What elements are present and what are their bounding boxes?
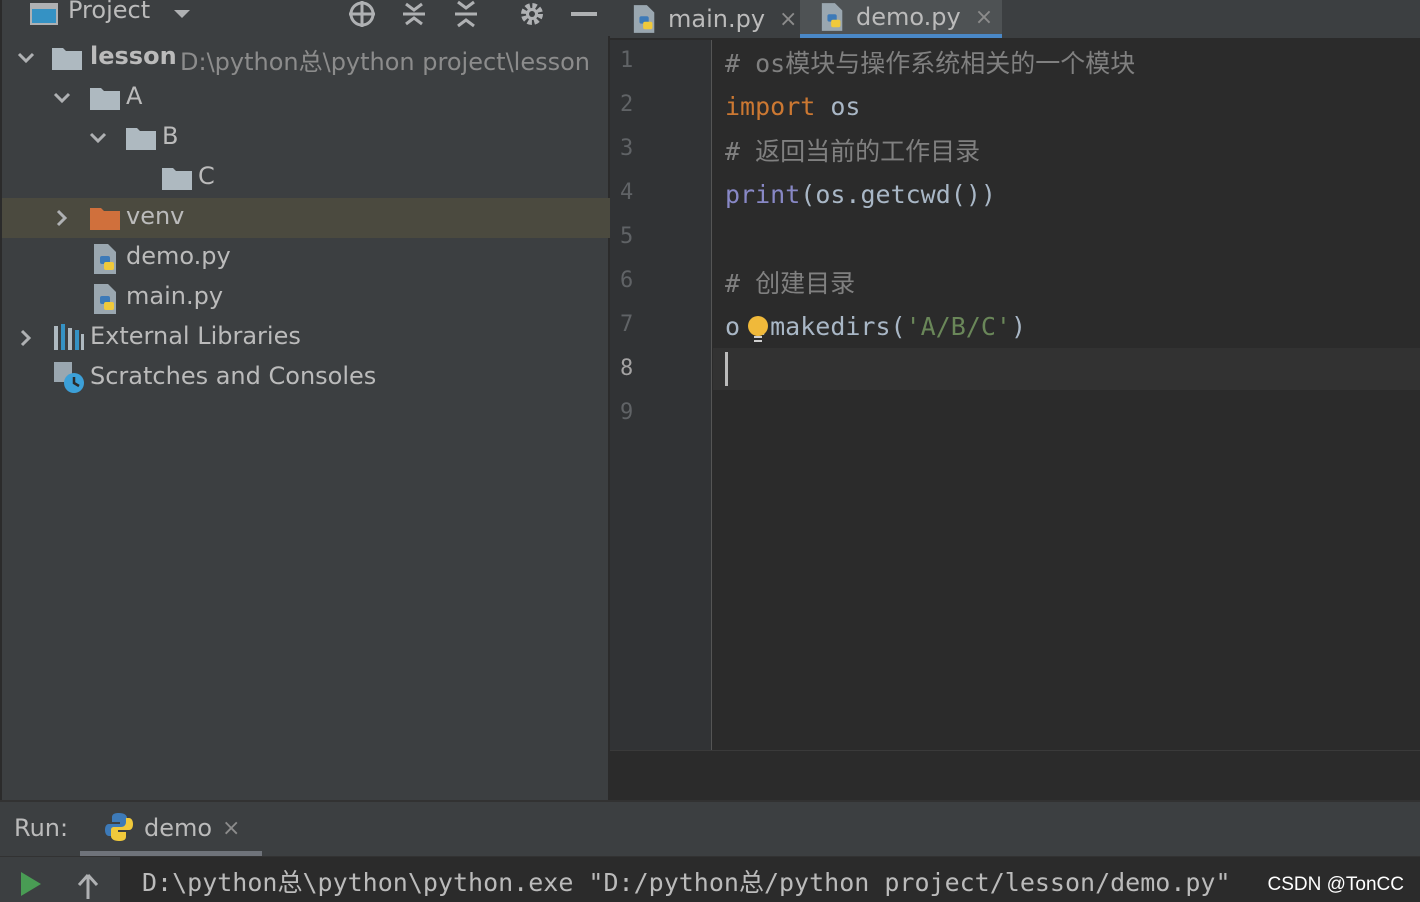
tree-item-label: Scratches and Consoles <box>90 362 377 390</box>
code-area[interactable]: # os模块与操作系统相关的一个模块 import os # 返回当前的工作目录… <box>713 40 1420 750</box>
run-tab-label: demo <box>144 814 213 842</box>
code-line-3[interactable]: # 返回当前的工作目录 <box>725 128 980 172</box>
python-file-icon <box>92 284 120 320</box>
tree-item-lesson[interactable]: lesson D:\python总\python project\lesson <box>2 38 610 78</box>
run-tool-window: Run: demo × D:\python总\python\python.exe… <box>0 800 1420 902</box>
python-icon <box>104 812 134 846</box>
tree-item-venv[interactable]: venv <box>2 198 610 238</box>
folder-icon <box>126 126 156 156</box>
tab-main-py[interactable]: main.py × <box>610 0 800 38</box>
run-label: Run: <box>14 814 69 842</box>
editor: main.py × demo.py × 1 2 3 4 5 6 7 8 9 # … <box>610 0 1420 800</box>
tree-item-folder-c[interactable]: C <box>2 158 610 198</box>
chevron-right-icon[interactable] <box>52 208 72 228</box>
code-keyword: import <box>725 91 816 121</box>
line-number: 7 <box>620 312 634 337</box>
code-text: ) <box>1010 311 1026 341</box>
run-tab-demo[interactable]: demo × <box>80 802 262 856</box>
run-icon[interactable] <box>20 871 42 901</box>
editor-tab-bar: main.py × demo.py × <box>610 0 1420 38</box>
line-number-current: 8 <box>620 356 634 381</box>
close-icon[interactable]: × <box>222 816 240 841</box>
code-comment: # os模块与操作系统相关的一个模块 <box>725 49 1136 78</box>
code-text: (os.getcwd()) <box>800 179 996 209</box>
close-icon[interactable]: × <box>779 7 797 32</box>
chevron-right-icon[interactable] <box>16 328 36 348</box>
tree-item-scratches[interactable]: Scratches and Consoles <box>2 358 610 398</box>
tab-label: demo.py <box>856 3 961 31</box>
tree-item-demo-py[interactable]: demo.py <box>2 238 610 278</box>
lightbulb-icon[interactable] <box>747 315 769 349</box>
folder-icon <box>162 166 192 196</box>
code-text: os <box>815 91 861 121</box>
chevron-down-icon[interactable] <box>170 0 194 28</box>
gear-icon[interactable] <box>516 0 548 28</box>
watermark: CSDN @TonCC <box>1267 874 1404 895</box>
tree-item-label: venv <box>126 202 185 230</box>
run-side-toolbar <box>0 856 120 902</box>
tree-item-main-py[interactable]: main.py <box>2 278 610 318</box>
python-file-icon <box>632 5 658 33</box>
line-number: 3 <box>620 136 634 161</box>
chevron-down-icon[interactable] <box>52 88 72 108</box>
tab-label: main.py <box>668 5 766 33</box>
tree-item-label: main.py <box>126 282 224 310</box>
excluded-folder-icon <box>90 206 120 236</box>
line-number: 2 <box>620 92 634 117</box>
collapse-all-icon[interactable] <box>450 0 482 28</box>
code-line-1[interactable]: # os模块与操作系统相关的一个模块 <box>725 40 1135 84</box>
tree-item-label: lesson <box>90 42 177 70</box>
tree-item-label: External Libraries <box>90 322 301 350</box>
text-caret <box>725 352 728 386</box>
chevron-down-icon[interactable] <box>16 48 36 68</box>
folder-icon <box>52 46 82 76</box>
line-number-gutter: 1 2 3 4 5 6 7 8 9 <box>610 40 712 750</box>
tree-item-path: D:\python总\python project\lesson <box>180 48 590 76</box>
project-toolbar: Project <box>2 0 610 36</box>
tree-item-external-libraries[interactable]: External Libraries <box>2 318 610 358</box>
folder-icon <box>90 86 120 116</box>
run-console[interactable]: D:\python总\python\python.exe "D:/python总… <box>120 856 1420 902</box>
arrow-up-icon[interactable] <box>76 873 100 902</box>
close-icon[interactable]: × <box>975 5 993 30</box>
current-line-highlight <box>713 348 1420 390</box>
tree-item-folder-b[interactable]: B <box>2 118 610 158</box>
chevron-down-icon[interactable] <box>88 128 108 148</box>
scratches-icon <box>54 362 86 400</box>
code-string: 'A/B/C' <box>905 311 1011 341</box>
python-file-icon <box>92 244 120 280</box>
project-view-title[interactable]: Project <box>68 0 150 24</box>
line-number: 9 <box>620 400 634 425</box>
tree-item-label: demo.py <box>126 242 231 270</box>
code-line-7[interactable]: o .makedirs('A/B/C') <box>725 304 1026 348</box>
line-number: 1 <box>620 48 634 73</box>
console-output-line: D:\python总\python\python.exe "D:/python总… <box>142 868 1231 897</box>
code-line-2[interactable]: import os <box>725 84 860 128</box>
project-tool-window: Project lesson D:\python总\python project… <box>0 0 610 800</box>
tree-item-label: B <box>162 122 179 150</box>
locate-file-icon[interactable] <box>346 0 378 28</box>
line-number: 4 <box>620 180 634 205</box>
python-file-icon <box>820 3 846 31</box>
minimize-icon[interactable] <box>568 0 600 28</box>
tree-item-label: A <box>126 82 143 110</box>
tree-item-label: C <box>198 162 215 190</box>
libraries-icon <box>54 324 84 356</box>
line-number: 5 <box>620 224 634 249</box>
code-text: .makedirs( <box>755 311 906 341</box>
tab-demo-py[interactable]: demo.py × <box>800 0 1002 38</box>
tree-item-folder-a[interactable]: A <box>2 78 610 118</box>
editor-footer <box>610 750 1420 800</box>
code-comment: # 返回当前的工作目录 <box>725 137 981 166</box>
code-line-4[interactable]: print (os.getcwd()) <box>725 172 996 216</box>
code-comment: # 创建目录 <box>725 269 856 298</box>
code-text: o <box>725 311 741 341</box>
code-line-6[interactable]: # 创建目录 <box>725 260 855 304</box>
project-view-icon[interactable] <box>28 0 60 28</box>
code-builtin: print <box>725 179 801 209</box>
line-number: 6 <box>620 268 634 293</box>
expand-all-icon[interactable] <box>398 0 430 28</box>
